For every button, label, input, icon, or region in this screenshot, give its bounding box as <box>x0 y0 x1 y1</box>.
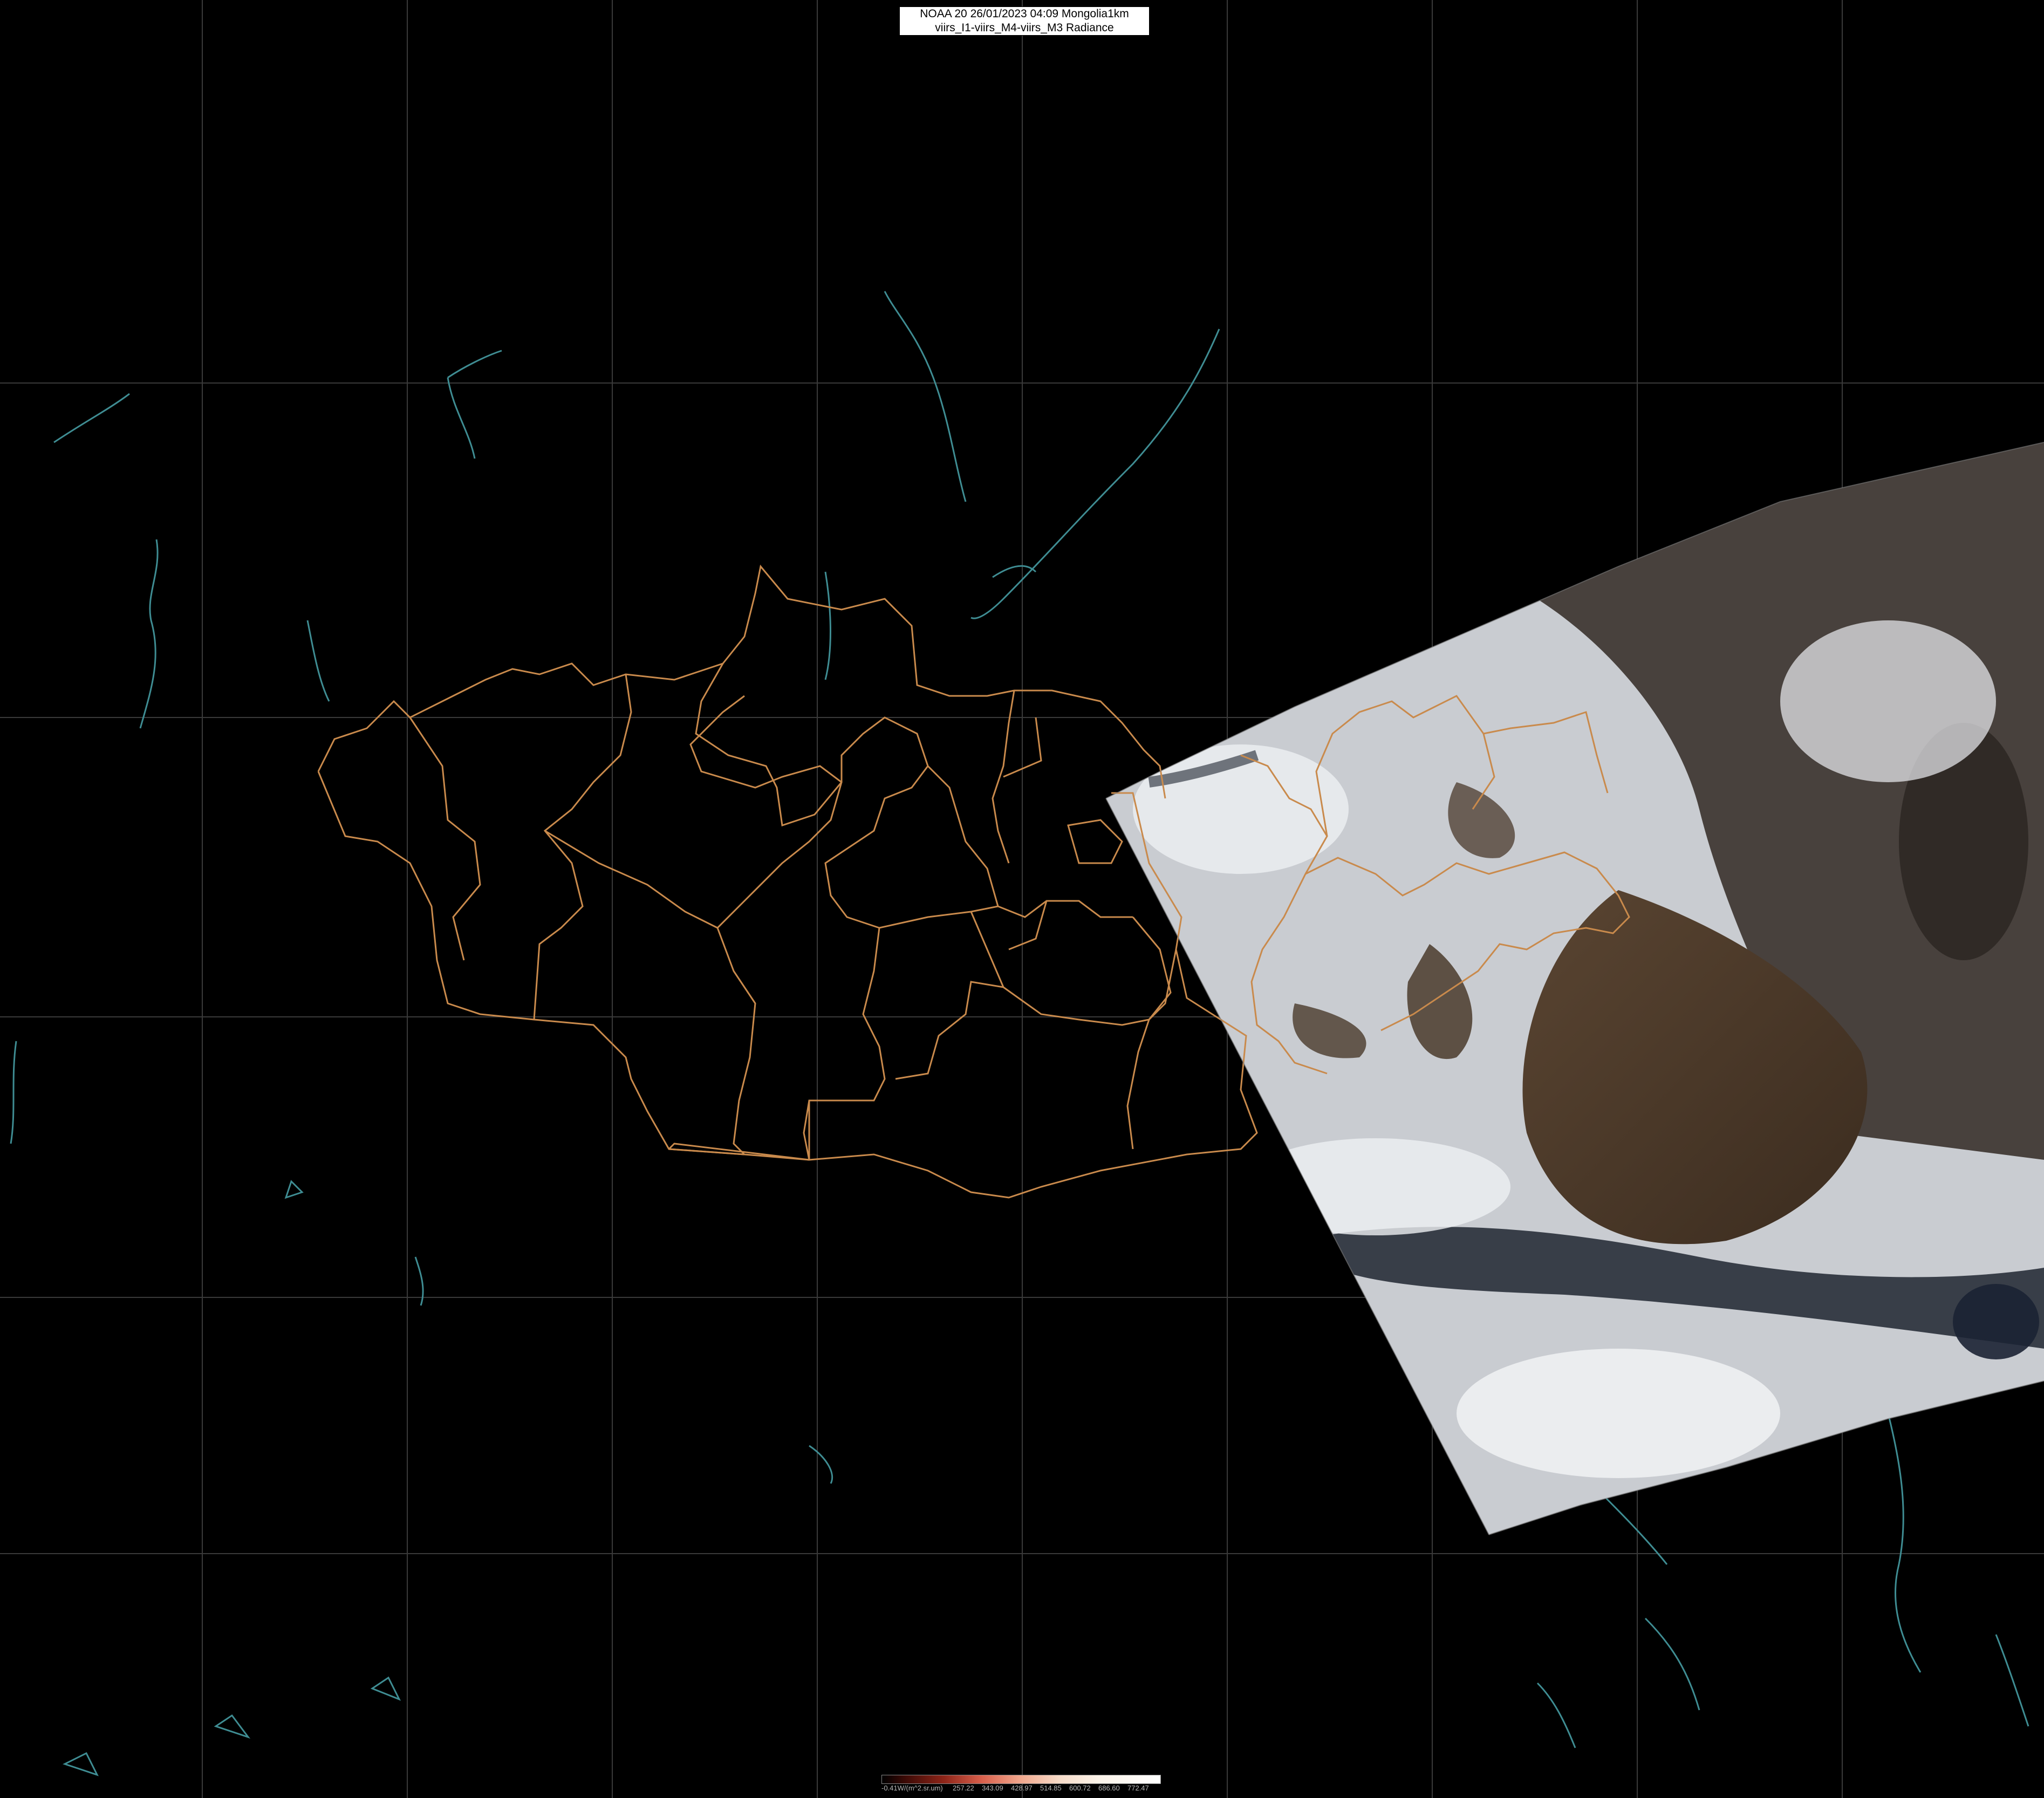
colorbar-tick: 257.22 <box>953 1784 974 1792</box>
title-line-2: viirs_I1-viirs_M4-viirs_M3 Radiance <box>935 22 1114 34</box>
colorbar-labels: -0.41W/(m^2.sr.um) 257.22 343.09 428.97 … <box>881 1784 1160 1794</box>
colorbar-ramp <box>881 1775 1161 1784</box>
viirs-swath-image <box>1106 442 2044 1535</box>
colorbar-tick: 514.85 <box>1040 1784 1062 1792</box>
colorbar-tick: 772.47 <box>1127 1784 1149 1792</box>
colorbar-tick: 428.97 <box>1011 1784 1033 1792</box>
satellite-map <box>0 0 2044 1798</box>
colorbar-tick: 686.60 <box>1098 1784 1120 1792</box>
title-box: NOAA 20 26/01/2023 04:09 Mongolia1km vii… <box>899 6 1150 36</box>
colorbar-tick: 343.09 <box>982 1784 1003 1792</box>
title-line-1: NOAA 20 26/01/2023 04:09 Mongolia1km <box>920 8 1129 20</box>
colorbar-unit-label: -0.41W/(m^2.sr.um) <box>881 1784 943 1792</box>
colorbar-legend: -0.41W/(m^2.sr.um) 257.22 343.09 428.97 … <box>881 1775 1161 1795</box>
colorbar-tick: 600.72 <box>1069 1784 1091 1792</box>
